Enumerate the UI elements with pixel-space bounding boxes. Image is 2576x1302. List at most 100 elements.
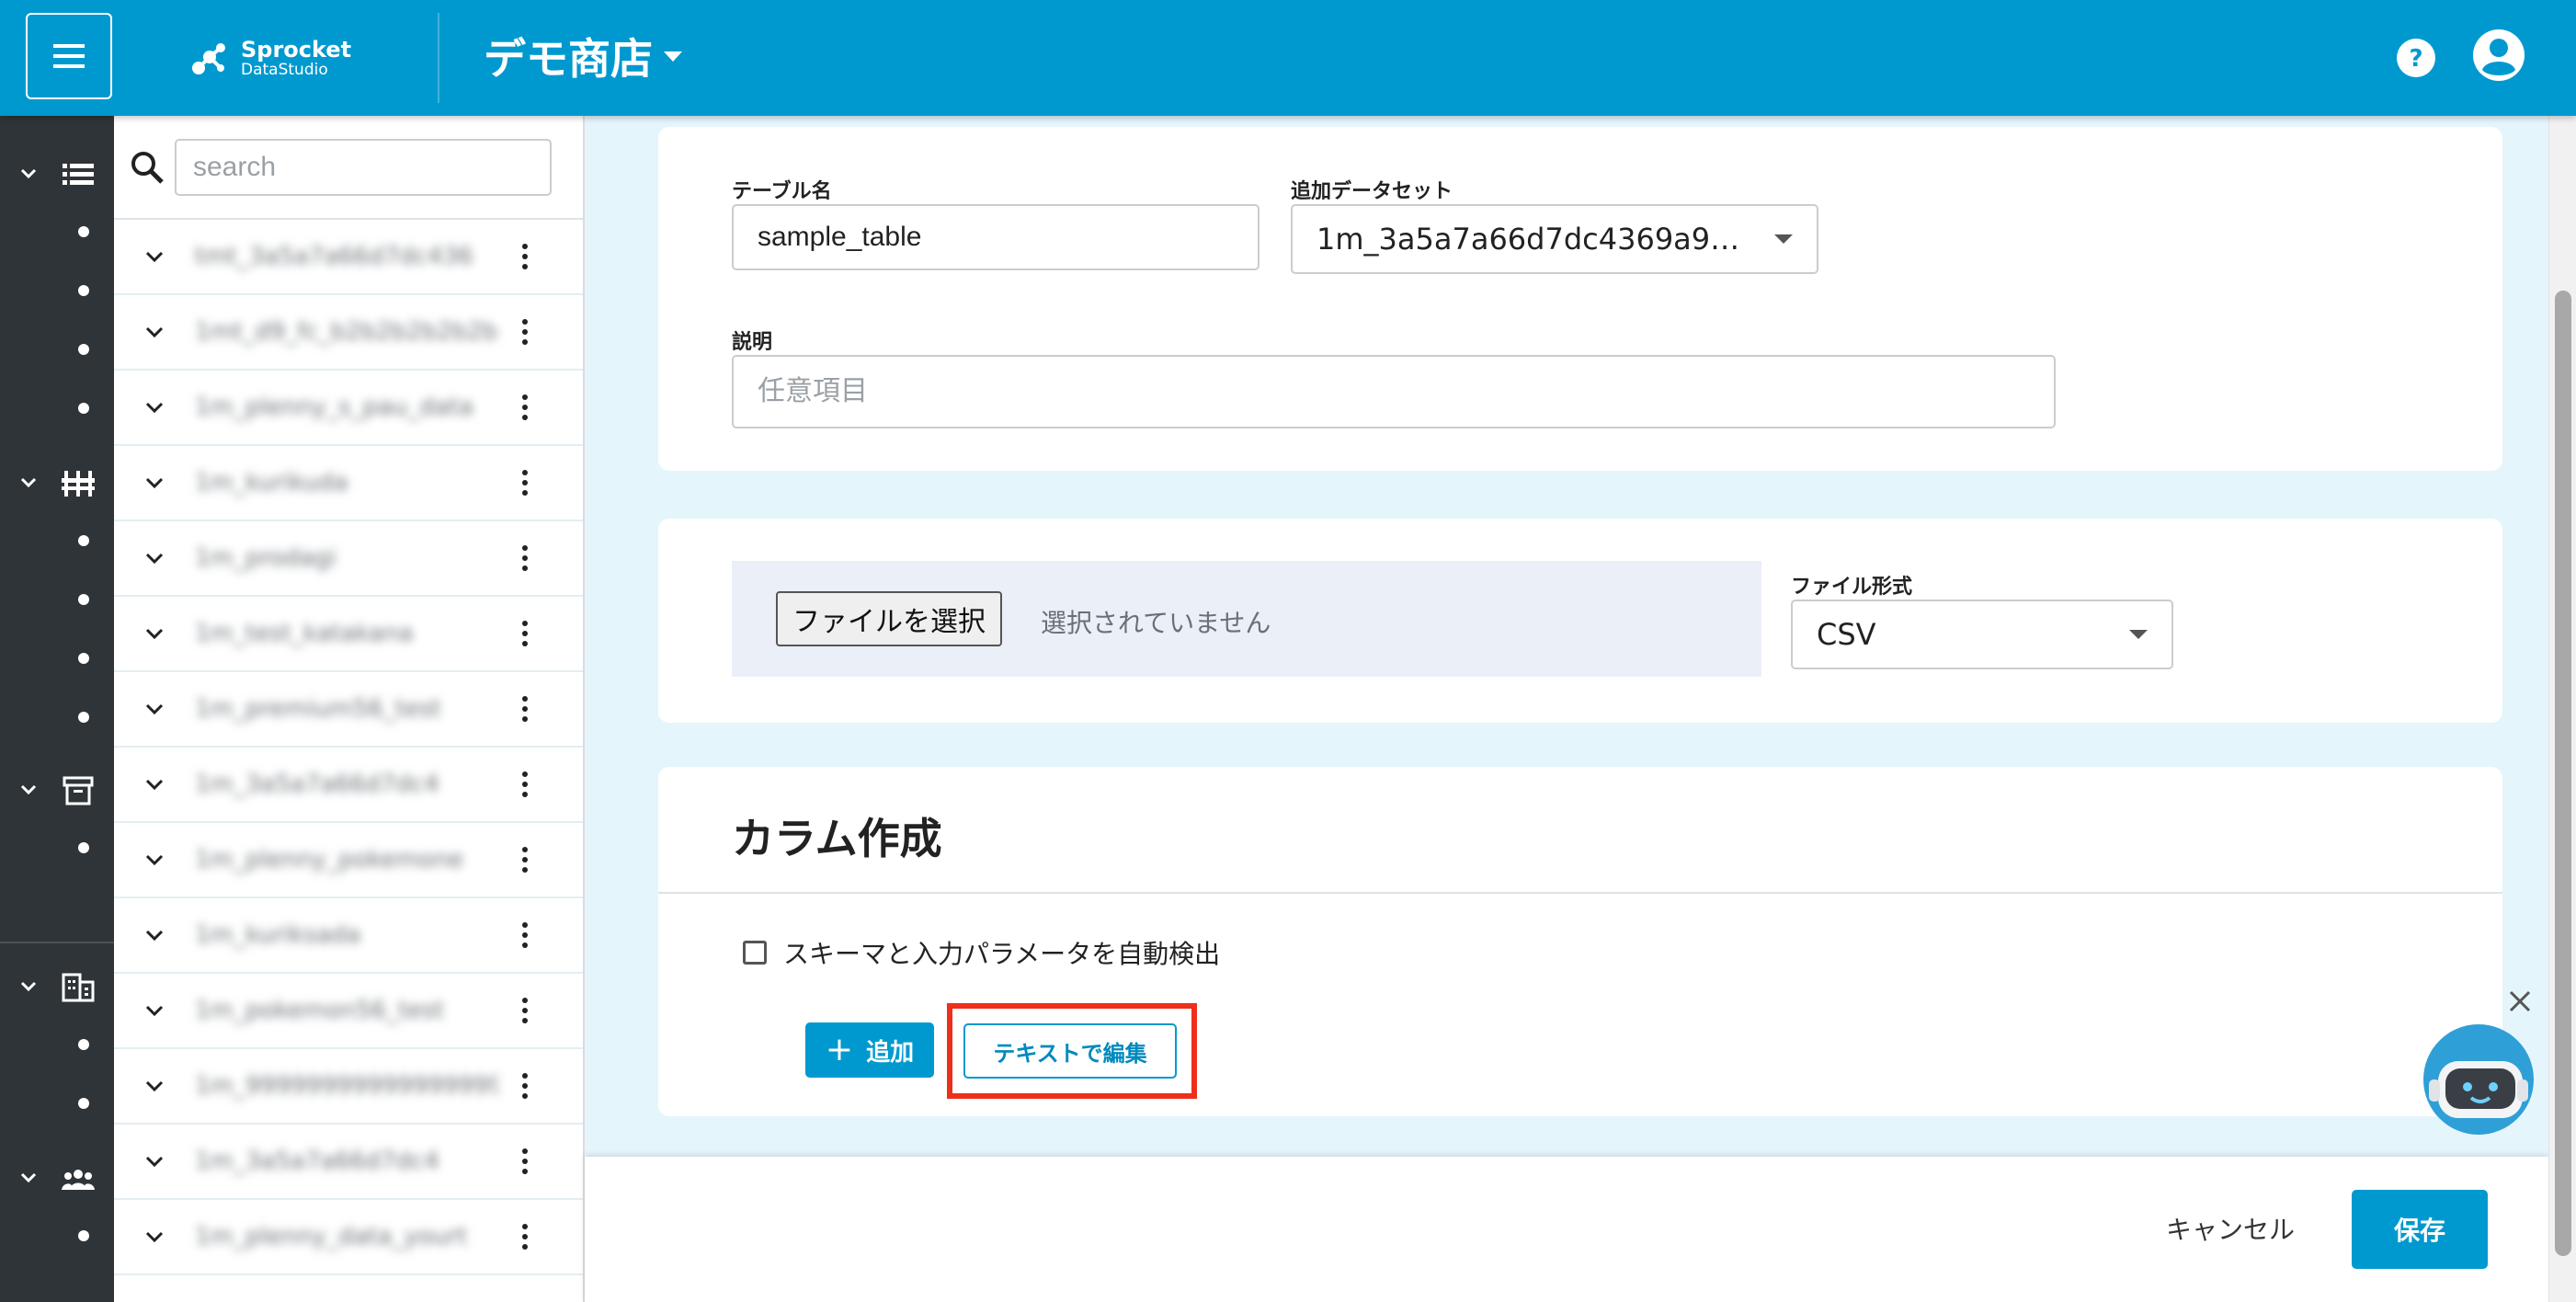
- rail-subitem[interactable]: [78, 344, 89, 355]
- close-icon[interactable]: [2506, 988, 2534, 1015]
- chevron-down-icon[interactable]: [142, 621, 167, 646]
- tree-row[interactable]: 1m_plenny_s_pau_data: [114, 371, 583, 446]
- table-name-input[interactable]: [732, 204, 1260, 270]
- file-drop-area[interactable]: ファイルを選択 選択されていません: [732, 561, 1761, 677]
- chevron-down-icon[interactable]: [142, 1073, 167, 1099]
- more-vert-icon[interactable]: [519, 1220, 531, 1253]
- more-vert-icon[interactable]: [519, 1069, 531, 1102]
- file-status-text: 選択されていません: [1041, 608, 1271, 638]
- tree-row[interactable]: 1m_test_katakana: [114, 597, 583, 672]
- tree-row[interactable]: 1m_3a5a7a66d7dc4: [114, 748, 583, 823]
- more-vert-icon[interactable]: [519, 315, 531, 348]
- tree-row[interactable]: 1m_prodagi: [114, 521, 583, 597]
- add-column-label: 追加: [866, 1038, 915, 1067]
- archive-icon: [63, 776, 94, 805]
- cancel-button[interactable]: キャンセル: [2166, 1210, 2295, 1247]
- tree-row-label: 1m_3a5a7a66d7dc4: [195, 771, 439, 798]
- autodetect-checkbox[interactable]: [743, 941, 767, 965]
- rail-subitem[interactable]: [78, 1098, 89, 1109]
- rail-divider: [0, 942, 114, 943]
- rail-subitem[interactable]: [78, 226, 89, 237]
- chevron-down-icon[interactable]: [142, 394, 167, 420]
- rail-subitem[interactable]: [78, 842, 89, 853]
- tree-row[interactable]: 1m_pokemon56_test: [114, 974, 583, 1049]
- chevron-down-icon[interactable]: [142, 998, 167, 1023]
- rail-section-users[interactable]: [0, 1160, 114, 1197]
- more-vert-icon[interactable]: [519, 768, 531, 801]
- store-selector[interactable]: デモ商店: [484, 26, 682, 86]
- rail-subitem[interactable]: [78, 535, 89, 546]
- rail-section-organization[interactable]: [0, 969, 114, 1006]
- tree-row[interactable]: 1m_99999999999999999: [114, 1049, 583, 1125]
- more-vert-icon[interactable]: [519, 994, 531, 1027]
- chevron-down-icon[interactable]: [142, 771, 167, 797]
- more-vert-icon[interactable]: [519, 240, 531, 273]
- rail-subitem[interactable]: [78, 403, 89, 414]
- tree-row-label: 1m_premium56_test: [195, 695, 441, 723]
- dataset-select[interactable]: 1m_3a5a7a66d7dc4369a9…: [1291, 204, 1818, 274]
- tree-row[interactable]: 1m_plenny_pokemone: [114, 823, 583, 898]
- more-vert-icon[interactable]: [519, 1145, 531, 1178]
- tree-row[interactable]: 1mt_d9_fc_b2b2b2b2b2b: [114, 295, 583, 371]
- rail-section-pipeline[interactable]: [0, 465, 114, 502]
- tree-row-label: 1m_plenny_pokemone: [195, 846, 464, 874]
- edit-as-text-button[interactable]: テキストで編集: [963, 1023, 1177, 1079]
- more-vert-icon[interactable]: [519, 391, 531, 424]
- scrollbar[interactable]: [2548, 116, 2576, 1302]
- search-input[interactable]: [175, 139, 552, 196]
- logo-subtitle: DataStudio: [241, 60, 328, 79]
- rail-subitem[interactable]: [78, 1230, 89, 1241]
- more-vert-icon[interactable]: [519, 466, 531, 499]
- rail-subitem[interactable]: [78, 653, 89, 664]
- help-icon[interactable]: ?: [2395, 37, 2437, 79]
- chevron-down-icon[interactable]: [142, 696, 167, 722]
- tree-row-label: 1mt_d9_fc_b2b2b2b2b2b: [195, 318, 498, 346]
- tree-row[interactable]: tmt_3a5a7a66d7dc436: [114, 220, 583, 295]
- section-divider: [658, 892, 2502, 894]
- dropdown-caret-icon: [2129, 630, 2148, 639]
- save-button[interactable]: 保存: [2352, 1190, 2488, 1269]
- rail-subitem[interactable]: [78, 1039, 89, 1050]
- chevron-down-icon[interactable]: [142, 244, 167, 269]
- account-icon[interactable]: [2471, 28, 2526, 83]
- add-column-button[interactable]: + 追加: [805, 1022, 934, 1078]
- more-vert-icon[interactable]: [519, 919, 531, 952]
- tree-row[interactable]: 1m_kuriksada: [114, 898, 583, 974]
- more-vert-icon[interactable]: [519, 617, 531, 650]
- tree-row[interactable]: 1m_plenny_data_yourt: [114, 1200, 583, 1275]
- chevron-down-icon[interactable]: [142, 847, 167, 873]
- rail-subitem[interactable]: [78, 712, 89, 723]
- more-vert-icon[interactable]: [519, 542, 531, 575]
- tree-row[interactable]: 1m_3a5a7a66d7dc4: [114, 1125, 583, 1200]
- rail-subitem[interactable]: [78, 594, 89, 605]
- chevron-down-icon[interactable]: [142, 922, 167, 948]
- more-vert-icon[interactable]: [519, 692, 531, 725]
- tree-row[interactable]: 1m_kurikuda: [114, 446, 583, 521]
- dropdown-caret-icon: [1774, 234, 1793, 244]
- rail-section-archive[interactable]: [0, 772, 114, 809]
- file-format-select[interactable]: CSV: [1791, 600, 2173, 669]
- chevron-down-icon[interactable]: [142, 1224, 167, 1250]
- rail-section-tables[interactable]: [0, 156, 114, 193]
- logo-title: Sprocket: [241, 37, 352, 63]
- chevron-down-icon[interactable]: [142, 319, 167, 345]
- chatbot-robot-icon[interactable]: [2422, 1022, 2536, 1136]
- chevron-down-icon: [20, 168, 37, 179]
- autodetect-option[interactable]: スキーマと入力パラメータを自動検出: [743, 934, 1220, 971]
- file-format-value: CSV: [1817, 617, 1876, 652]
- file-format-label: ファイル形式: [1791, 576, 1913, 599]
- tree-row[interactable]: 1m_premium56_test: [114, 672, 583, 748]
- chevron-down-icon[interactable]: [142, 545, 167, 571]
- hamburger-menu-button[interactable]: [26, 13, 112, 99]
- chevron-down-icon[interactable]: [142, 1148, 167, 1174]
- chevron-down-icon[interactable]: [142, 470, 167, 496]
- description-label: 説明: [732, 331, 773, 354]
- tree-row-label: 1m_kurikuda: [195, 469, 348, 497]
- menu-icon: [53, 44, 85, 68]
- more-vert-icon[interactable]: [519, 843, 531, 876]
- description-input[interactable]: [732, 355, 2056, 428]
- choose-file-button[interactable]: ファイルを選択: [776, 591, 1002, 646]
- rail-subitem[interactable]: [78, 285, 89, 296]
- scrollbar-thumb[interactable]: [2555, 291, 2571, 1256]
- app-logo[interactable]: Sprocket DataStudio: [189, 31, 351, 86]
